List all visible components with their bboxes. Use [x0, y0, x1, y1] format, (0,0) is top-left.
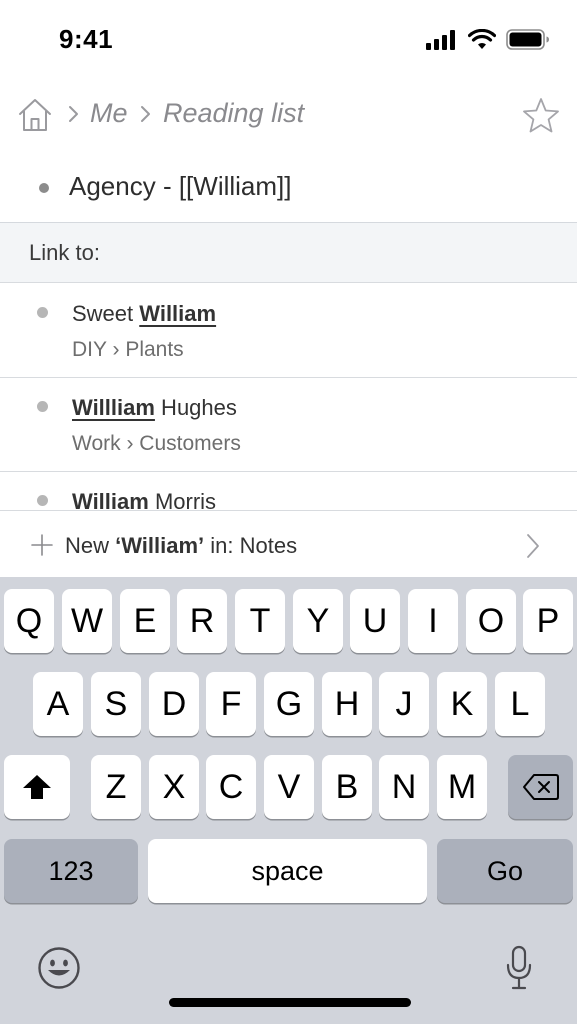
- link-suggestion-popup: Link to: Sweet William DIY › Plants Will…: [0, 222, 577, 579]
- key-t[interactable]: T: [235, 589, 285, 653]
- key-w[interactable]: W: [62, 589, 112, 653]
- space-key[interactable]: space: [148, 839, 427, 903]
- bullet-icon: [37, 495, 48, 506]
- delete-key[interactable]: [508, 755, 573, 819]
- suggestion-item[interactable]: Sweet William DIY › Plants: [0, 283, 577, 378]
- key-x[interactable]: X: [149, 755, 199, 819]
- key-u[interactable]: U: [350, 589, 400, 653]
- suggestion-item[interactable]: William Morris: [0, 472, 577, 510]
- bullet-icon: [37, 401, 48, 412]
- suggestion-item[interactable]: Willliam Hughes Work › Customers: [0, 378, 577, 472]
- current-item-text[interactable]: Agency - [[William]]: [69, 171, 292, 202]
- suggestion-title: William Morris: [72, 489, 217, 510]
- new-item-button[interactable]: New ‘William’ in: Notes: [0, 510, 577, 579]
- key-n[interactable]: N: [379, 755, 429, 819]
- star-icon[interactable]: [521, 96, 561, 136]
- suggestion-path: Work › Customers: [72, 432, 241, 455]
- new-item-label: New ‘William’ in: Notes: [65, 533, 298, 558]
- key-g[interactable]: G: [264, 672, 314, 736]
- go-key[interactable]: Go: [437, 839, 573, 903]
- breadcrumb: Me Reading list: [0, 88, 577, 144]
- wifi-icon: [468, 29, 496, 49]
- status-time: 9:41: [59, 24, 114, 54]
- shift-icon: [23, 775, 51, 799]
- suggestion-title: Willliam Hughes: [72, 395, 237, 420]
- status-bar: 9:41: [0, 0, 577, 80]
- popup-header: Link to:: [0, 223, 577, 283]
- key-v[interactable]: V: [264, 755, 314, 819]
- chevron-right-icon: [527, 534, 539, 558]
- key-m[interactable]: M: [437, 755, 487, 819]
- key-y[interactable]: Y: [293, 589, 343, 653]
- key-e[interactable]: E: [120, 589, 170, 653]
- key-q[interactable]: Q: [4, 589, 54, 653]
- key-f[interactable]: F: [206, 672, 256, 736]
- delete-icon: [522, 774, 559, 800]
- chevron-right-icon: [141, 106, 150, 122]
- chevron-right-icon: [69, 106, 78, 122]
- key-r[interactable]: R: [177, 589, 227, 653]
- bullet-icon: [39, 183, 49, 193]
- numbers-key[interactable]: 123: [4, 839, 138, 903]
- home-indicator: [169, 998, 411, 1007]
- key-i[interactable]: I: [408, 589, 458, 653]
- home-icon[interactable]: [17, 97, 53, 133]
- keyboard: Q W E R T Y U I O P A S D F G H J K L Z …: [0, 577, 577, 1024]
- key-o[interactable]: O: [466, 589, 516, 653]
- suggestion-path: DIY › Plants: [72, 338, 184, 361]
- emoji-icon[interactable]: [37, 946, 81, 990]
- popup-header-label: Link to:: [29, 240, 100, 265]
- status-icons: [426, 29, 550, 50]
- key-c[interactable]: C: [206, 755, 256, 819]
- microphone-icon[interactable]: [504, 945, 534, 991]
- cellular-signal-icon: [426, 29, 455, 50]
- suggestion-title: Sweet William: [72, 301, 217, 326]
- key-l[interactable]: L: [495, 672, 545, 736]
- plus-icon: [31, 534, 53, 556]
- battery-icon: [506, 29, 549, 50]
- shift-key[interactable]: [4, 755, 70, 819]
- bullet-icon: [37, 307, 48, 318]
- key-b[interactable]: B: [322, 755, 372, 819]
- key-d[interactable]: D: [149, 672, 199, 736]
- current-item[interactable]: Agency - [[William]]: [0, 165, 577, 213]
- breadcrumb-item-me[interactable]: Me: [90, 98, 128, 129]
- key-a[interactable]: A: [33, 672, 83, 736]
- key-h[interactable]: H: [322, 672, 372, 736]
- key-j[interactable]: J: [379, 672, 429, 736]
- key-p[interactable]: P: [523, 589, 573, 653]
- key-z[interactable]: Z: [91, 755, 141, 819]
- breadcrumb-item-reading-list[interactable]: Reading list: [163, 98, 304, 129]
- key-k[interactable]: K: [437, 672, 487, 736]
- key-s[interactable]: S: [91, 672, 141, 736]
